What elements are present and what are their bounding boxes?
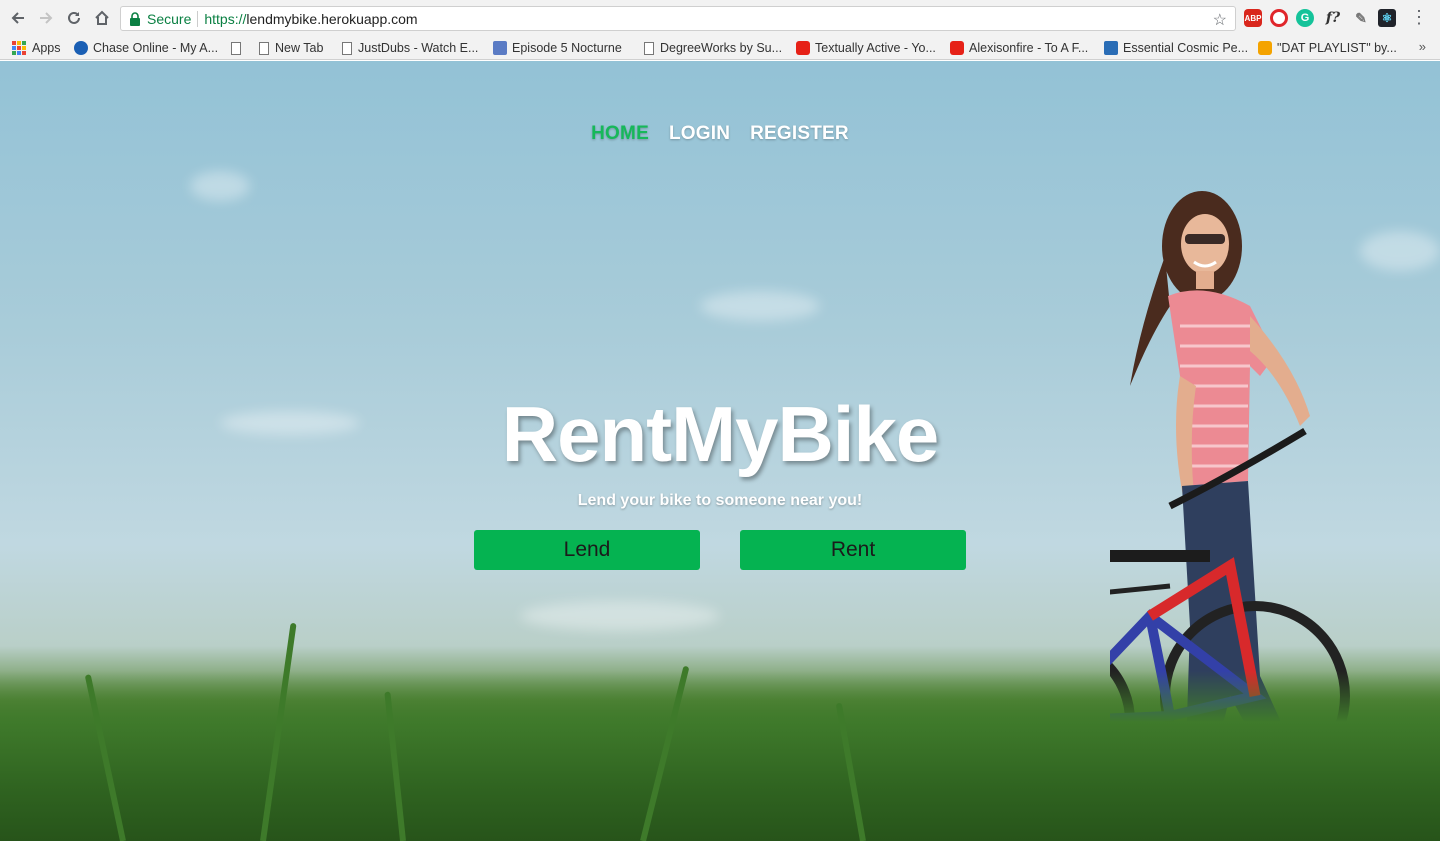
page-icon (342, 41, 352, 55)
apps-grid-icon (12, 41, 26, 55)
bookmark-label: Alexisonfire - To A F... (969, 41, 1089, 55)
home-button[interactable] (88, 4, 116, 32)
grass-foreground (0, 671, 1440, 841)
grammarly-icon[interactable]: G (1296, 9, 1314, 27)
bookmark-star-icon[interactable]: ☆ (1213, 10, 1227, 30)
bookmark-item[interactable]: Chase Online - My A... (74, 40, 218, 56)
arrow-left-icon (11, 12, 24, 24)
bookmark-item[interactable]: Alexisonfire - To A F... (950, 40, 1088, 56)
bookmark-item[interactable]: Episode 5 Nocturne (493, 40, 622, 56)
reload-icon (68, 11, 80, 24)
bookmark-label: JustDubs - Watch E... (358, 41, 479, 55)
page-icon (231, 41, 241, 55)
bookmarks-bar: Apps Chase Online - My A... New Tab Just… (0, 36, 1440, 60)
eyedropper-icon[interactable]: ✎ (1352, 9, 1370, 27)
extensions-area: ABP G f? ✎ ⚛ (1244, 8, 1396, 28)
bookmark-label: "DAT PLAYLIST" by... (1277, 41, 1397, 55)
main-nav: HOME LOGIN REGISTER (0, 123, 1440, 145)
address-bar[interactable]: Secure https:// lendmybike.herokuapp.com… (120, 6, 1236, 31)
page-icon (644, 41, 654, 55)
bookmark-item[interactable]: JustDubs - Watch E... (342, 40, 478, 56)
bookmark-apps[interactable]: Apps (12, 40, 61, 56)
episode-icon (493, 41, 507, 55)
playlist-icon (1258, 41, 1272, 55)
font-finder-icon[interactable]: f? (1322, 9, 1344, 27)
nav-login-link[interactable]: LOGIN (669, 123, 730, 145)
browser-toolbar: Secure https:// lendmybike.herokuapp.com… (0, 0, 1440, 36)
hero-section: HOME LOGIN REGISTER RentMyBike Lend your… (0, 61, 1440, 841)
site-tagline: Lend your bike to someone near you! (577, 492, 863, 509)
page-icon (259, 41, 269, 55)
browser-menu-icon[interactable]: ⋮ (1410, 8, 1428, 26)
nav-register-link[interactable]: REGISTER (750, 123, 849, 145)
youtube-icon (950, 41, 964, 55)
bookmark-label: Essential Cosmic Pe... (1123, 41, 1249, 55)
cloud-decoration (190, 171, 250, 201)
omnibox-divider (197, 10, 199, 27)
bookmark-label: Apps (32, 41, 61, 55)
cloud-decoration (520, 601, 720, 631)
opera-icon[interactable] (1270, 9, 1288, 27)
bookmark-label: Textually Active - Yo... (815, 41, 936, 55)
bookmark-label: New Tab (275, 41, 324, 55)
bookmarks-overflow-icon[interactable]: » (1419, 39, 1426, 54)
forward-button[interactable] (32, 4, 60, 32)
site-title: RentMyBike (501, 390, 939, 478)
bookmark-item[interactable]: New Tab (259, 40, 323, 56)
bookmark-item[interactable]: Textually Active - Yo... (796, 40, 936, 56)
essential-icon (1104, 41, 1118, 55)
rent-button[interactable]: Rent (740, 530, 966, 570)
youtube-icon (796, 41, 810, 55)
bookmark-item[interactable] (231, 40, 247, 56)
bookmark-label: DegreeWorks by Su... (660, 41, 783, 55)
chase-icon (74, 41, 88, 55)
cloud-decoration (700, 291, 820, 321)
bookmark-item[interactable]: DegreeWorks by Su... (644, 40, 782, 56)
home-icon (95, 10, 109, 25)
cloud-decoration (1360, 231, 1440, 271)
bookmark-label: Chase Online - My A... (93, 41, 219, 55)
back-button[interactable] (4, 4, 32, 32)
bookmark-item[interactable]: "DAT PLAYLIST" by... (1258, 40, 1397, 56)
lock-icon (130, 11, 140, 26)
arrow-right-icon (40, 12, 53, 24)
url-host: lendmybike.herokuapp.com (246, 10, 418, 27)
reload-button[interactable] (60, 4, 88, 32)
lend-button[interactable]: Lend (474, 530, 700, 570)
adblock-plus-icon[interactable]: ABP (1244, 9, 1262, 27)
nav-home-link[interactable]: HOME (591, 123, 649, 145)
bookmark-label: Episode 5 Nocturne (512, 41, 622, 55)
url-protocol: https:// (204, 10, 247, 27)
bookmark-item[interactable]: Essential Cosmic Pe... (1104, 40, 1248, 56)
secure-label: Secure (147, 10, 192, 27)
react-devtools-icon[interactable]: ⚛ (1378, 9, 1396, 27)
